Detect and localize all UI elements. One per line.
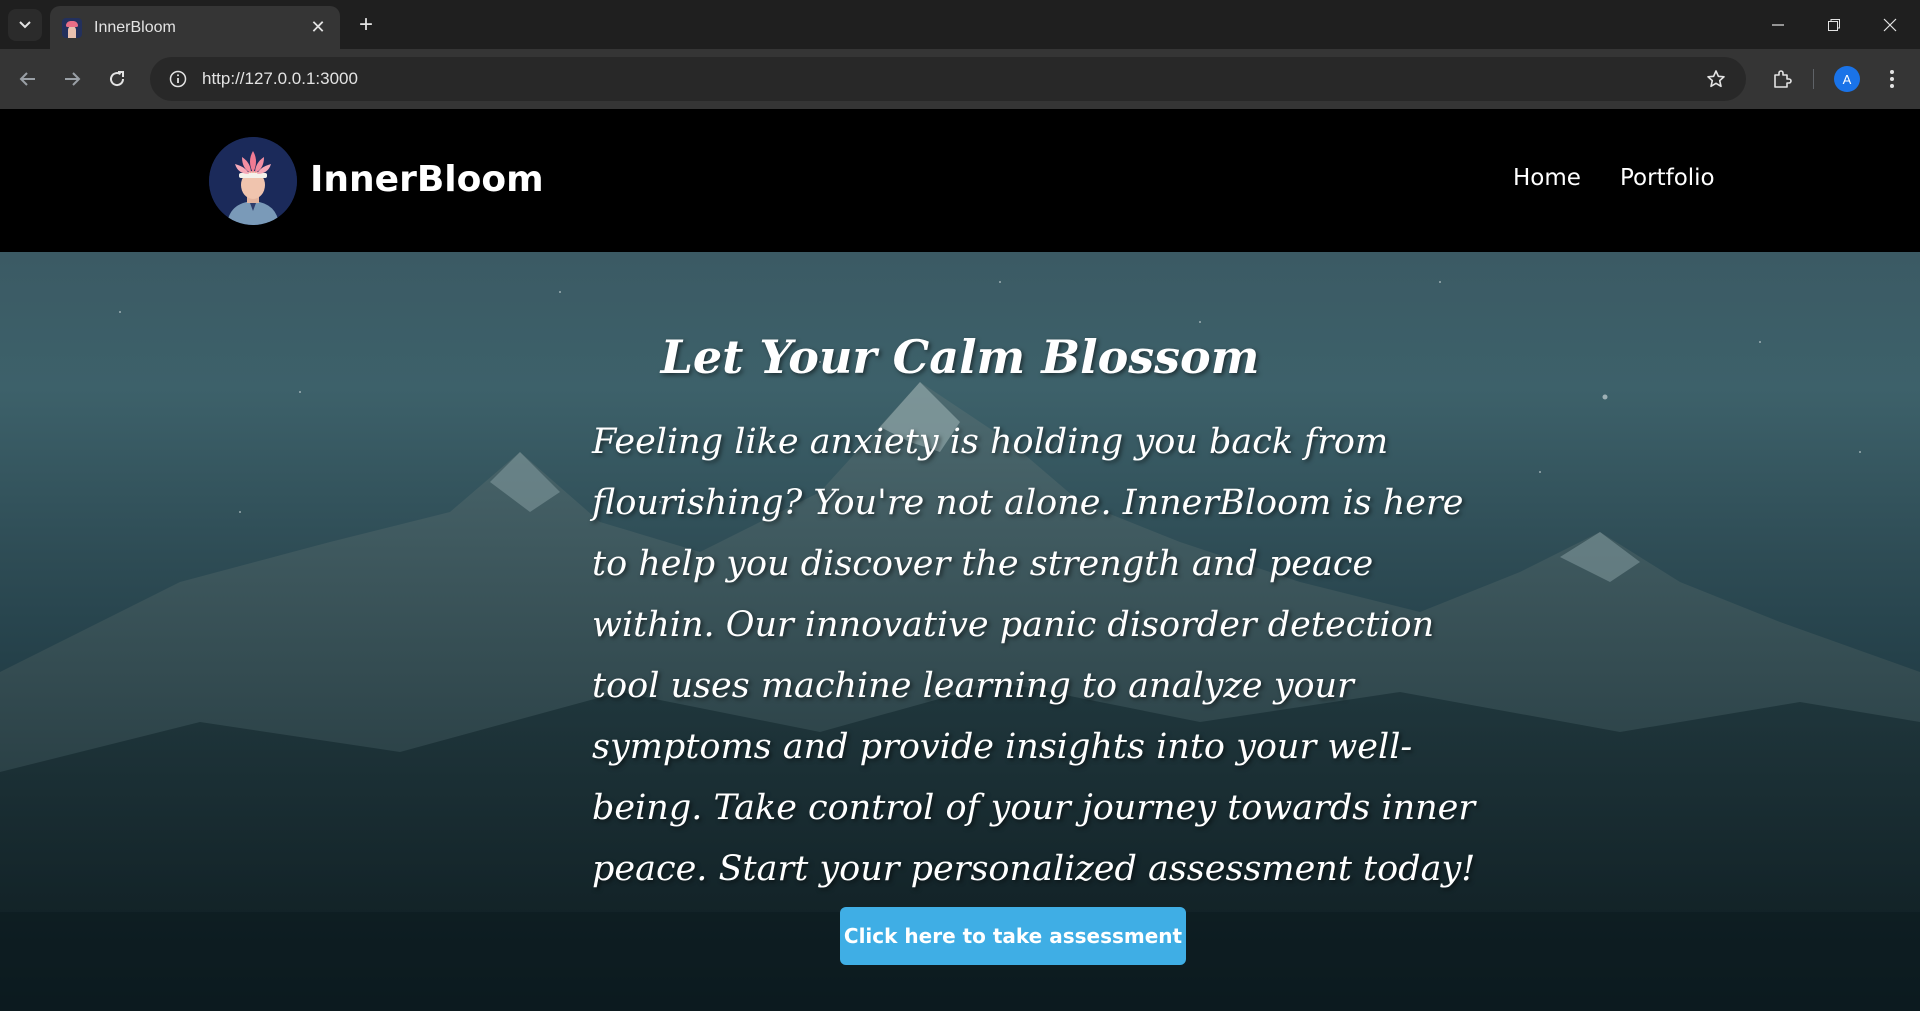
arrow-left-icon	[19, 72, 35, 86]
site-info-icon[interactable]	[166, 67, 190, 91]
hero-description: Feeling like anxiety is holding you back…	[592, 422, 1476, 889]
hero-section: Let Your Calm Blossom Feeling like anxie…	[0, 252, 1920, 1011]
site-header: InnerBloom Home Portfolio	[0, 109, 1920, 252]
tab-search-button[interactable]	[8, 9, 42, 41]
chevron-down-icon	[19, 21, 31, 29]
minimize-icon	[1772, 23, 1784, 26]
profile-avatar[interactable]: A	[1834, 66, 1860, 92]
restore-icon	[1828, 18, 1840, 31]
extensions-icon[interactable]	[1766, 63, 1798, 95]
toolbar-divider	[1813, 69, 1814, 89]
brand-name[interactable]: InnerBloom	[310, 159, 544, 200]
page-viewport: InnerBloom Home Portfolio Let Your Calm …	[0, 109, 1920, 1011]
nav-home-link[interactable]: Home	[1513, 165, 1581, 191]
nav-portfolio-link[interactable]: Portfolio	[1620, 165, 1715, 191]
take-assessment-button[interactable]: Click here to take assessment	[840, 907, 1186, 965]
back-button[interactable]	[12, 63, 44, 95]
new-tab-button[interactable]: +	[352, 11, 380, 39]
reload-button[interactable]	[101, 63, 133, 95]
forward-button[interactable]	[56, 63, 88, 95]
close-window-button[interactable]	[1862, 0, 1918, 49]
restore-button[interactable]	[1806, 0, 1862, 49]
brand-logo[interactable]	[209, 137, 297, 225]
reload-icon	[110, 71, 125, 87]
minimize-button[interactable]	[1750, 0, 1806, 49]
hero-title: Let Your Calm Blossom	[660, 330, 1260, 384]
address-bar[interactable]: http://127.0.0.1:3000	[150, 57, 1746, 101]
browser-toolbar: http://127.0.0.1:3000 A	[0, 49, 1920, 109]
site-favicon-icon	[62, 17, 82, 38]
browser-tab[interactable]: InnerBloom ✕	[50, 6, 340, 49]
lotus-head-icon	[209, 137, 297, 225]
bookmark-star-icon[interactable]	[1702, 65, 1730, 93]
arrow-right-icon	[65, 72, 81, 86]
close-tab-icon[interactable]: ✕	[308, 17, 328, 38]
url-text[interactable]: http://127.0.0.1:3000	[202, 69, 1702, 89]
browser-tabstrip: InnerBloom ✕ +	[0, 0, 1920, 49]
tab-title: InnerBloom	[94, 18, 176, 36]
close-icon	[1883, 18, 1897, 31]
more-menu-icon[interactable]	[1876, 63, 1908, 95]
